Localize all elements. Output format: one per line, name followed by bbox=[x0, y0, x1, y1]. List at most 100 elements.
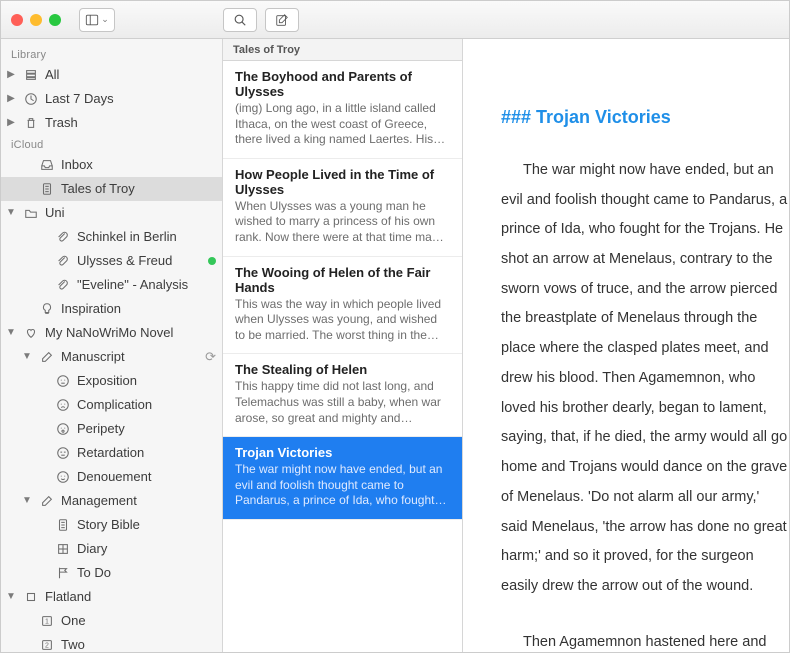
disclosure-triangle-icon[interactable]: ▼ bbox=[5, 588, 17, 606]
disclosure-triangle-icon[interactable]: ▼ bbox=[21, 348, 33, 366]
box1-icon: 1 bbox=[39, 613, 55, 629]
sidebar-item[interactable]: Schinkel in Berlin bbox=[1, 225, 222, 249]
zoom-window[interactable] bbox=[49, 14, 61, 26]
face-neutral-icon bbox=[55, 373, 71, 389]
sidebar-item[interactable]: ▼Manuscript⟳ bbox=[1, 345, 222, 369]
sidebar-item-label: Inbox bbox=[61, 156, 216, 174]
sidebar-item-label: Story Bible bbox=[77, 516, 216, 534]
sidebar-item-label: Last 7 Days bbox=[45, 90, 216, 108]
sidebar-section-header: Library bbox=[1, 45, 222, 63]
note-item[interactable]: Trojan VictoriesThe war might now have e… bbox=[223, 437, 462, 520]
sidebar-item[interactable]: ▼My NaNoWriMo Novel bbox=[1, 321, 222, 345]
sidebar-item[interactable]: Diary bbox=[1, 537, 222, 561]
sidebar-item[interactable]: ▶ All bbox=[1, 63, 222, 87]
sidebar-item[interactable]: Tales of Troy bbox=[1, 177, 222, 201]
editor-paragraph: Then Agamemnon hastened here and there, … bbox=[501, 628, 789, 652]
chevron-down-icon: ⌄ bbox=[101, 14, 109, 25]
editor-heading: ### Trojan Victories bbox=[501, 99, 789, 136]
sidebar-item-label: Manuscript bbox=[61, 348, 199, 366]
sidebar-item-label: Peripety bbox=[77, 420, 216, 438]
note-title: The Wooing of Helen of the Fair Hands bbox=[235, 265, 450, 295]
disclosure-triangle-icon[interactable]: ▼ bbox=[5, 204, 17, 222]
sidebar-item-label: Denouement bbox=[77, 468, 216, 486]
app-window: ⌄ Library ▶ All ▶ Last 7 Days ▶ Trash iCloud Inb… bbox=[0, 0, 790, 653]
paperclip-icon bbox=[55, 253, 71, 269]
sidebar-item[interactable]: ▼ Uni bbox=[1, 201, 222, 225]
note-preview: (img) Long ago, in a little island calle… bbox=[235, 101, 450, 148]
disclosure-triangle-icon[interactable]: ▶ bbox=[5, 66, 17, 84]
sidebar-item-label: Trash bbox=[45, 114, 216, 132]
sidebar-item-label: Tales of Troy bbox=[61, 180, 216, 198]
sidebar-item[interactable]: 2Two bbox=[1, 633, 222, 652]
square-icon bbox=[23, 589, 39, 605]
panes: Library ▶ All ▶ Last 7 Days ▶ Trash iCloud Inbox… bbox=[1, 39, 789, 652]
sidebar-item-label: Flatland bbox=[45, 588, 216, 606]
sidebar-item[interactable]: Story Bible bbox=[1, 513, 222, 537]
sidebar-item-label: One bbox=[61, 612, 216, 630]
sidebar-item-label: To Do bbox=[77, 564, 216, 582]
sidebar-item[interactable]: ▶ Last 7 Days bbox=[1, 87, 222, 111]
note-list-items[interactable]: The Boyhood and Parents of Ulysses(img) … bbox=[223, 61, 462, 520]
disclosure-triangle-icon[interactable]: ▼ bbox=[5, 324, 17, 342]
sidebar-item-label: All bbox=[45, 66, 216, 84]
sidebar-item[interactable]: Inspiration bbox=[1, 297, 222, 321]
sidebar-item-label: Ulysses & Freud bbox=[77, 252, 198, 270]
note-item[interactable]: The Stealing of Helen This happy time did… bbox=[223, 354, 462, 437]
note-item[interactable]: The Boyhood and Parents of Ulysses(img) … bbox=[223, 61, 462, 159]
sidebar-item[interactable]: Peripety bbox=[1, 417, 222, 441]
close-window[interactable] bbox=[11, 14, 23, 26]
sidebar-item[interactable]: Retardation bbox=[1, 441, 222, 465]
sidebar[interactable]: Library ▶ All ▶ Last 7 Days ▶ Trash iCloud Inbox… bbox=[1, 39, 223, 652]
flag-icon bbox=[55, 565, 71, 581]
sidebar-item-label: Two bbox=[61, 636, 216, 652]
sheet-icon bbox=[39, 181, 55, 197]
sidebar-item[interactable]: ▼ Flatland bbox=[1, 585, 222, 609]
note-preview: This happy time did not last long, and T… bbox=[235, 379, 450, 426]
face-oh-icon bbox=[55, 421, 71, 437]
sidebar-item-label: "Eveline" - Analysis bbox=[77, 276, 216, 294]
disclosure-triangle-icon[interactable]: ▼ bbox=[21, 492, 33, 510]
svg-text:1: 1 bbox=[45, 619, 49, 626]
note-item[interactable]: How People Lived in the Time of UlyssesW… bbox=[223, 159, 462, 257]
disclosure-triangle-icon[interactable]: ▶ bbox=[5, 114, 17, 132]
face-zzz-icon bbox=[55, 445, 71, 461]
sidebar-item-label: Schinkel in Berlin bbox=[77, 228, 216, 246]
note-list-header: Tales of Troy bbox=[223, 39, 462, 61]
note-title: Trojan Victories bbox=[235, 445, 450, 460]
note-item[interactable]: The Wooing of Helen of the Fair HandsThi… bbox=[223, 257, 462, 355]
trash-icon bbox=[23, 115, 39, 131]
sidebar-item[interactable]: ▼Management bbox=[1, 489, 222, 513]
note-title: The Boyhood and Parents of Ulysses bbox=[235, 69, 450, 99]
note-title: The Stealing of Helen bbox=[235, 362, 450, 377]
pencil-icon bbox=[39, 349, 55, 365]
sidebar-item[interactable]: "Eveline" - Analysis bbox=[1, 273, 222, 297]
sidebar-item[interactable]: Exposition bbox=[1, 369, 222, 393]
paperclip-icon bbox=[55, 229, 71, 245]
editor[interactable]: ### Trojan Victories The war might now h… bbox=[463, 39, 789, 652]
face-frown-icon bbox=[55, 397, 71, 413]
sidebar-item[interactable]: To Do bbox=[1, 561, 222, 585]
minimize-window[interactable] bbox=[30, 14, 42, 26]
editor-paragraph: The war might now have ended, but an evi… bbox=[501, 156, 789, 602]
pencil-icon bbox=[39, 493, 55, 509]
sidebar-item[interactable]: ▶ Trash bbox=[1, 111, 222, 135]
clock-icon bbox=[23, 91, 39, 107]
sidebar-item[interactable]: Denouement bbox=[1, 465, 222, 489]
toggle-sidebar-button[interactable]: ⌄ bbox=[79, 8, 115, 32]
disclosure-triangle-icon[interactable]: ▶ bbox=[5, 90, 17, 108]
note-preview: This was the way in which people lived w… bbox=[235, 297, 450, 344]
sidebar-item-label: Uni bbox=[45, 204, 216, 222]
sidebar-item[interactable]: Complication bbox=[1, 393, 222, 417]
new-note-button[interactable] bbox=[265, 8, 299, 32]
sidebar-section-header: iCloud bbox=[1, 135, 222, 153]
sidebar-item[interactable]: Ulysses & Freud bbox=[1, 249, 222, 273]
sidebar-item-label: Exposition bbox=[77, 372, 216, 390]
window-controls bbox=[11, 14, 61, 26]
search-icon bbox=[233, 13, 247, 27]
status-indicator bbox=[208, 257, 216, 265]
search-button[interactable] bbox=[223, 8, 257, 32]
sidebar-item[interactable]: Inbox bbox=[1, 153, 222, 177]
inbox-icon bbox=[39, 157, 55, 173]
sidebar-item-label: Complication bbox=[77, 396, 216, 414]
sidebar-item[interactable]: 1 One bbox=[1, 609, 222, 633]
